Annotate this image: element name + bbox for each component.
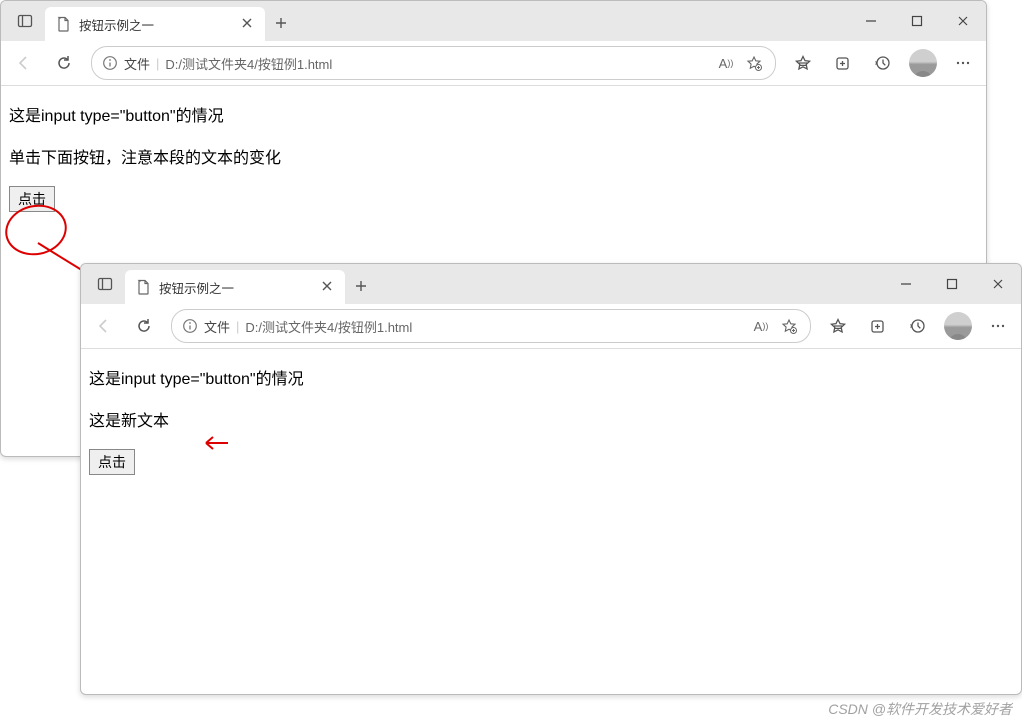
browser-window-after: 按钮示例之一 文件 | D:/测试文件夹4/按钮例1.html A)) [80, 263, 1022, 695]
addr-right-icons: A)) [750, 318, 800, 334]
addr-path: D:/测试文件夹4/按钮例1.html [245, 317, 744, 336]
titlebar: 按钮示例之一 [1, 1, 986, 41]
history-icon[interactable] [899, 308, 937, 344]
profile-avatar[interactable] [939, 308, 977, 344]
read-aloud-icon[interactable]: A)) [715, 56, 737, 71]
close-window-button[interactable] [940, 1, 986, 41]
collections-icon[interactable] [824, 45, 862, 81]
favorite-star-icon[interactable] [778, 318, 800, 334]
page-content: 这是input type="button"的情况 单击下面按钮，注意本段的文本的… [1, 86, 986, 228]
content-line-2: 这是新文本 [89, 407, 1013, 431]
addr-type-label: 文件 [124, 54, 150, 73]
addr-path: D:/测试文件夹4/按钮例1.html [165, 54, 709, 73]
page-icon [55, 16, 71, 32]
window-controls [848, 1, 986, 41]
read-aloud-icon[interactable]: A)) [750, 319, 772, 334]
tab-title: 按钮示例之一 [79, 15, 154, 34]
titlebar: 按钮示例之一 [81, 264, 1021, 304]
addr-right-icons: A)) [715, 55, 765, 71]
tab-actions-icon[interactable] [89, 268, 121, 300]
history-icon[interactable] [864, 45, 902, 81]
back-button[interactable] [5, 45, 43, 81]
content-line-1: 这是input type="button"的情况 [9, 102, 978, 126]
addr-separator: | [156, 56, 159, 71]
back-button[interactable] [85, 308, 123, 344]
close-window-button[interactable] [975, 264, 1021, 304]
maximize-button[interactable] [929, 264, 975, 304]
content-line-1: 这是input type="button"的情况 [89, 365, 1013, 389]
close-tab-icon[interactable] [241, 17, 255, 31]
minimize-button[interactable] [848, 1, 894, 41]
favorites-icon[interactable] [784, 45, 822, 81]
address-bar[interactable]: 文件 | D:/测试文件夹4/按钮例1.html A)) [91, 46, 776, 80]
site-info-icon[interactable] [182, 318, 198, 334]
menu-icon[interactable] [979, 308, 1017, 344]
content-line-2: 单击下面按钮，注意本段的文本的变化 [9, 144, 978, 168]
new-tab-button[interactable] [265, 7, 297, 39]
address-bar[interactable]: 文件 | D:/测试文件夹4/按钮例1.html A)) [171, 309, 811, 343]
profile-avatar[interactable] [904, 45, 942, 81]
collections-icon[interactable] [859, 308, 897, 344]
browser-tab[interactable]: 按钮示例之一 [45, 7, 265, 41]
new-tab-button[interactable] [345, 270, 377, 302]
toolbar: 文件 | D:/测试文件夹4/按钮例1.html A)) [81, 304, 1021, 349]
browser-tab[interactable]: 按钮示例之一 [125, 270, 345, 304]
site-info-icon[interactable] [102, 55, 118, 71]
close-tab-icon[interactable] [321, 280, 335, 294]
click-button[interactable]: 点击 [9, 186, 55, 212]
refresh-button[interactable] [45, 45, 83, 81]
minimize-button[interactable] [883, 264, 929, 304]
window-controls [883, 264, 1021, 304]
menu-icon[interactable] [944, 45, 982, 81]
tab-actions-icon[interactable] [9, 5, 41, 37]
toolbar: 文件 | D:/测试文件夹4/按钮例1.html A)) [1, 41, 986, 86]
tab-title: 按钮示例之一 [159, 278, 234, 297]
maximize-button[interactable] [894, 1, 940, 41]
addr-type-label: 文件 [204, 317, 230, 336]
click-button[interactable]: 点击 [89, 449, 135, 475]
addr-separator: | [236, 319, 239, 334]
favorite-star-icon[interactable] [743, 55, 765, 71]
page-icon [135, 279, 151, 295]
refresh-button[interactable] [125, 308, 163, 344]
watermark: CSDN @软件开发技术爱好者 [828, 699, 1012, 719]
page-content: 这是input type="button"的情况 这是新文本 点击 [81, 349, 1021, 491]
favorites-icon[interactable] [819, 308, 857, 344]
